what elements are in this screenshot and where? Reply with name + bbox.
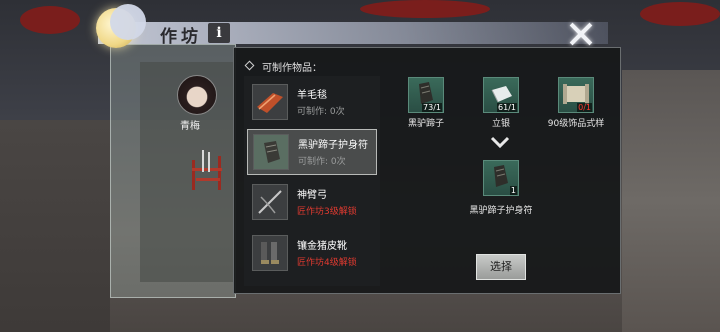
material-name: 黑驴蹄子: [407, 119, 444, 129]
craftable-items-header: 可制作物品：: [262, 63, 322, 74]
tree-foliage: [20, 6, 80, 34]
material-name: 90级饰品式样: [547, 119, 605, 129]
crossbow-icon: [252, 184, 288, 220]
stone-wall-right: [622, 70, 720, 332]
window-title: 作坊: [160, 27, 202, 47]
list-item-crossbow[interactable]: 神臂弓 匠作坊3级解锁: [247, 180, 377, 226]
result-name: 黑驴蹄子护身符: [469, 206, 533, 216]
material-count: 61/1: [497, 103, 517, 112]
list-item-gold-boots[interactable]: 镶金猪皮靴 匠作坊4级解锁: [247, 231, 377, 277]
rug-icon: [252, 84, 288, 120]
npc-name: 青梅: [180, 121, 200, 132]
select-button[interactable]: 选择: [476, 254, 526, 280]
item-name: 黑驴蹄子护身符: [298, 140, 368, 151]
item-name: 镶金猪皮靴: [297, 241, 347, 252]
tree-foliage: [360, 0, 490, 18]
material-count: 73/1: [422, 103, 442, 112]
result-slot[interactable]: 1: [483, 160, 519, 196]
loom-icon: [192, 150, 222, 190]
item-unlock-requirement: 匠作坊3级解锁: [297, 207, 357, 217]
hoof-amulet-icon: [253, 134, 289, 170]
info-button[interactable]: i: [208, 23, 230, 43]
npc-avatar[interactable]: [177, 75, 217, 115]
crescent-moon-mask: [110, 4, 146, 40]
item-status: 可制作: 0次: [297, 107, 345, 117]
tree-foliage: [640, 2, 720, 26]
item-name: 神臂弓: [297, 190, 327, 201]
boots-icon: [252, 235, 288, 271]
close-button[interactable]: [566, 20, 596, 48]
material-slot-hoof[interactable]: 73/1: [408, 77, 444, 113]
ground-left: [0, 120, 110, 332]
material-slot-scroll[interactable]: 0/1: [558, 77, 594, 113]
material-slot-silver[interactable]: 61/1: [483, 77, 519, 113]
list-item-hoof-amulet[interactable]: 黑驴蹄子护身符 可制作: 0次: [247, 129, 377, 175]
item-unlock-requirement: 匠作坊4级解锁: [297, 258, 357, 268]
list-item-wool-rug[interactable]: 羊毛毯 可制作: 0次: [247, 80, 377, 126]
result-count: 1: [509, 186, 517, 195]
chevron-down-icon: [490, 136, 510, 149]
material-count: 0/1: [577, 103, 592, 112]
item-status: 可制作: 0次: [298, 157, 346, 167]
item-name: 羊毛毯: [297, 90, 327, 101]
material-name: 立银: [491, 119, 510, 129]
